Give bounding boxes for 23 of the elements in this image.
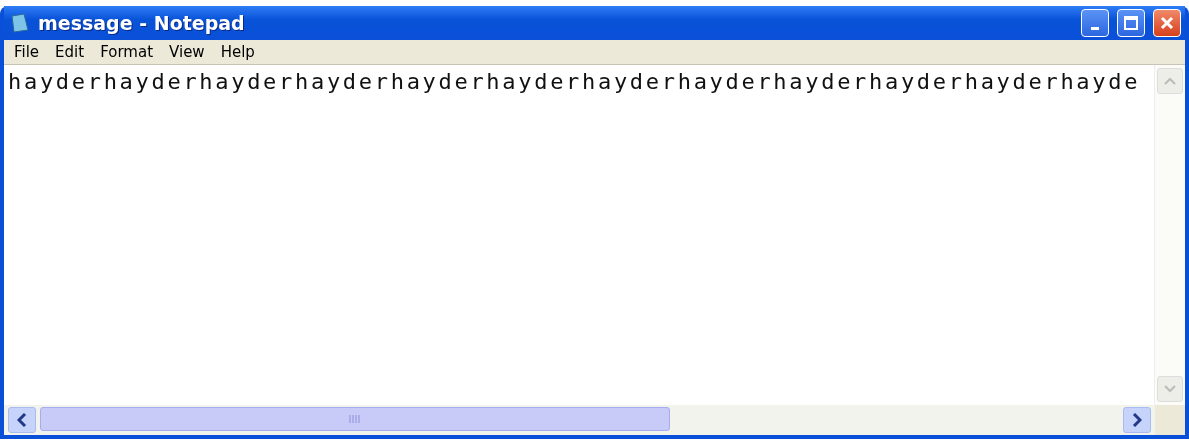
menu-item[interactable]: Format [94,43,160,61]
close-icon [1159,15,1175,31]
menu-item[interactable]: View [163,43,211,61]
maximize-icon [1123,15,1139,31]
scroll-left-button[interactable] [8,407,36,433]
caret-right-icon [1132,413,1142,427]
grip-icon [348,414,362,424]
notepad-icon [10,12,30,34]
scrollbar-thumb[interactable] [40,407,670,431]
caret-left-icon [17,413,27,427]
caret-up-icon [1164,77,1176,85]
menu-item[interactable]: File [8,43,46,61]
minimize-button[interactable] [1081,9,1109,37]
caret-down-icon [1164,385,1176,393]
scroll-right-button[interactable] [1123,407,1151,433]
window-title: message - Notepad [38,12,246,34]
minimize-icon [1091,26,1099,30]
maximize-button[interactable] [1117,9,1145,37]
editor-text: hayderhayderhayderhayderhayderhayderhayderhayderhayderhayderhayderhayde [7,68,1142,96]
menu-item[interactable]: Help [214,43,261,61]
resize-grip[interactable] [1155,405,1185,435]
menu-item[interactable]: Edit [49,43,91,61]
close-button[interactable] [1153,9,1181,37]
